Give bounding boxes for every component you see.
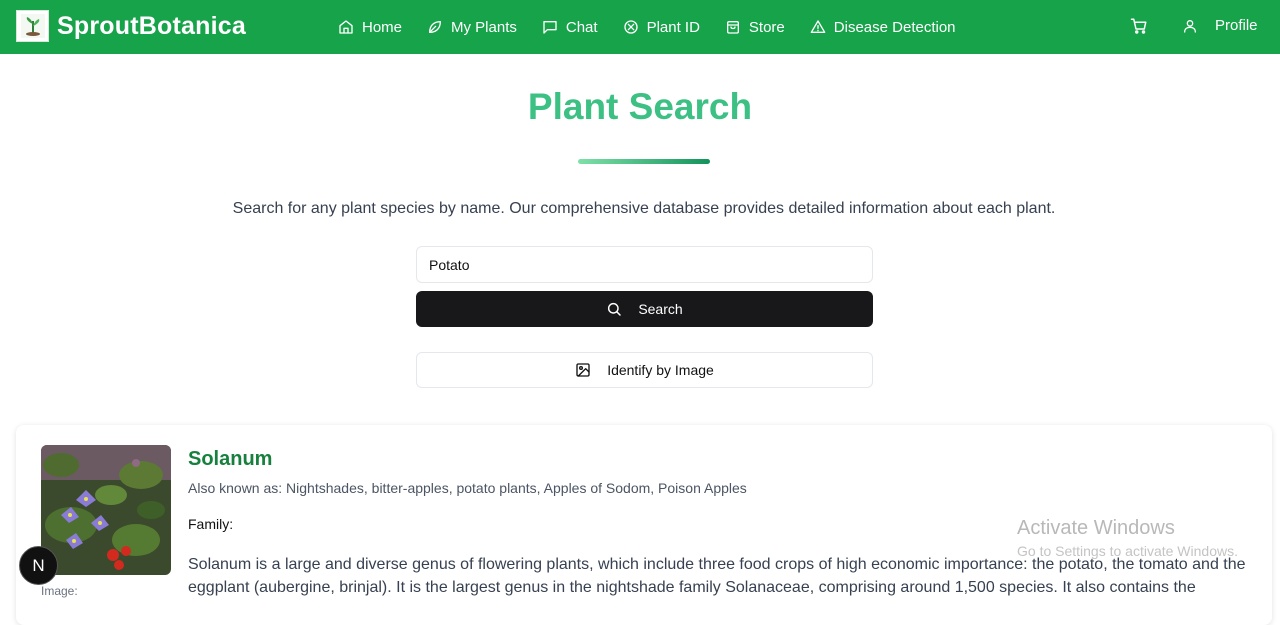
image-label: Image: <box>41 584 78 598</box>
logo[interactable] <box>16 10 49 42</box>
search-icon <box>608 302 622 316</box>
chat-icon <box>543 21 557 34</box>
activate-windows-title: Activate Windows <box>1017 517 1175 539</box>
nav-chat[interactable]: Chat <box>542 19 598 36</box>
page-subtitle: Search for any plant species by name. Ou… <box>232 200 1056 217</box>
plant-name: Solanum <box>188 448 273 470</box>
image-icon <box>576 363 590 377</box>
plant-photo-image <box>41 445 171 575</box>
user-icon <box>1184 19 1196 33</box>
nav-my-plants-label: My Plants <box>451 18 517 36</box>
warning-triangle-icon <box>810 20 826 33</box>
plant-description: Solanum is a large and diverse genus of … <box>188 556 1246 596</box>
plant-id-icon <box>623 20 638 34</box>
search-input[interactable] <box>416 246 873 283</box>
nav-home[interactable]: Home <box>338 19 402 36</box>
cart-button[interactable] <box>1130 17 1148 40</box>
nav-disease-detection-label: Disease Detection <box>833 18 956 36</box>
identify-by-image-button[interactable]: Identify by Image <box>416 352 873 388</box>
nav-store-label: Store <box>748 18 785 36</box>
activate-windows-subtitle: Go to Settings to activate Windows. <box>1017 543 1238 559</box>
logo-icon <box>20 14 45 38</box>
nav-disease-detection[interactable]: Disease Detection <box>810 19 956 36</box>
profile-label: Profile <box>1215 17 1258 34</box>
identify-by-image-label: Identify by Image <box>607 362 714 378</box>
plant-photo <box>41 445 171 575</box>
cart-icon <box>1130 18 1147 34</box>
next-dev-badge[interactable]: N <box>19 546 58 585</box>
search-button[interactable]: Search <box>416 291 873 327</box>
nav-plant-id[interactable]: Plant ID <box>623 19 700 36</box>
nav-my-plants[interactable]: My Plants <box>427 19 517 36</box>
shopping-bag-icon <box>726 21 739 34</box>
nav-plant-id-label: Plant ID <box>646 18 700 36</box>
search-button-label: Search <box>638 301 683 317</box>
profile-button[interactable]: Profile <box>1182 17 1258 34</box>
main-menu: Home My Plants Chat Plant ID Store Disea… <box>338 0 981 54</box>
plant-aliases: Also known as: Nightshades, bitter-apple… <box>188 480 747 496</box>
nav-store[interactable]: Store <box>725 19 785 36</box>
nav-chat-label: Chat <box>565 18 598 36</box>
leaf-icon <box>429 21 442 33</box>
nav-home-label: Home <box>362 18 403 36</box>
plant-family: Family: <box>188 516 234 532</box>
title-underline <box>578 159 710 164</box>
top-navbar: SproutBotanica Home My Plants Chat Plant… <box>0 0 1280 54</box>
page-title: Plant Search <box>527 86 753 127</box>
brand-name[interactable]: SproutBotanica <box>57 12 246 41</box>
home-icon <box>339 20 353 34</box>
